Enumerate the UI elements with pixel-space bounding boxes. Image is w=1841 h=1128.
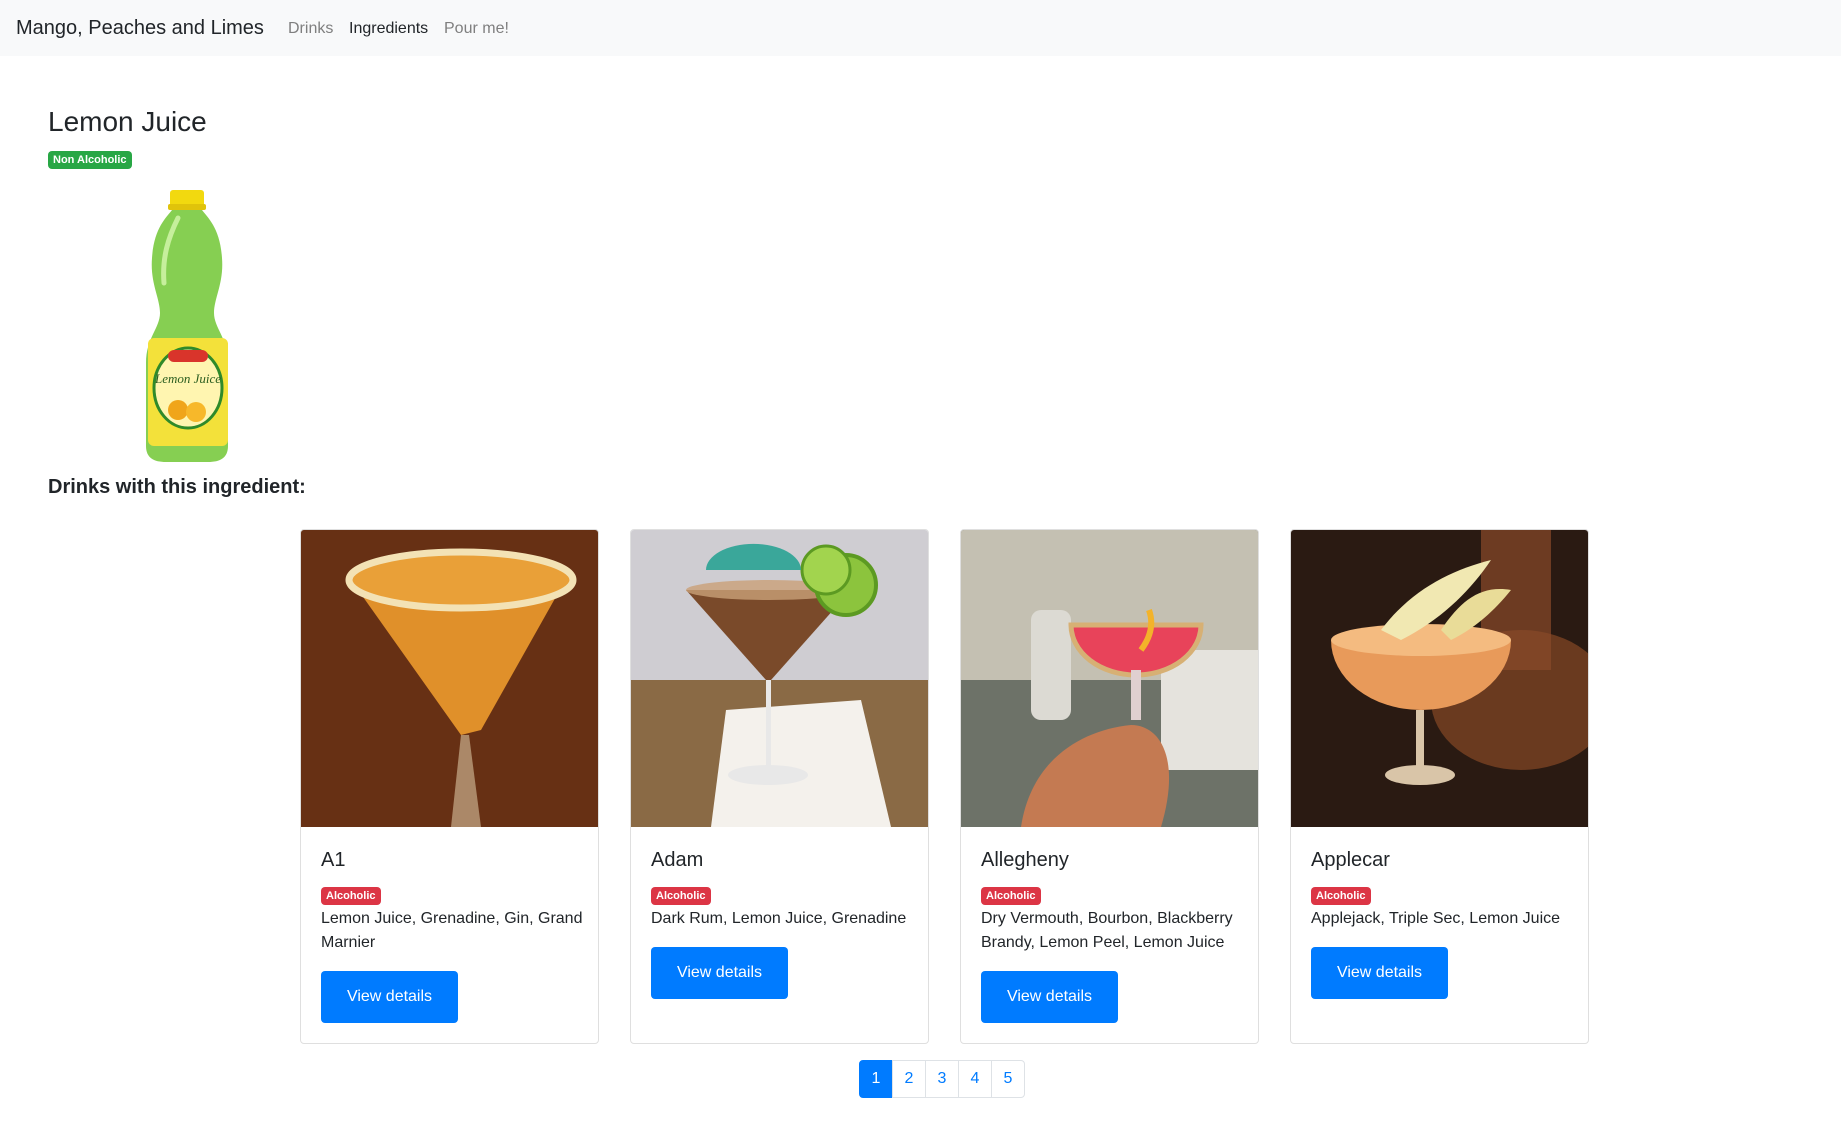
page-3[interactable]: 3 [925, 1060, 959, 1098]
nav-link-pour-me[interactable]: Pour me! [444, 19, 509, 38]
alcoholic-badge: Alcoholic [651, 887, 711, 905]
page-1[interactable]: 1 [859, 1060, 893, 1098]
drink-card-a1: A1 Alcoholic Lemon Juice, Grenadine, Gin… [300, 529, 599, 1044]
drink-image-a1[interactable] [301, 530, 598, 827]
drink-name: Adam [651, 849, 704, 871]
drink-image-adam[interactable] [631, 530, 928, 827]
drink-ingredients: Lemon Juice, Grenadine, Gin, Grand Marni… [321, 910, 583, 951]
drink-ingredients: Applejack, Triple Sec, Lemon Juice [1311, 910, 1561, 927]
ingredient-title: Lemon Juice [48, 106, 207, 137]
view-details-button[interactable]: View details [1311, 947, 1448, 999]
view-details-button[interactable]: View details [981, 971, 1118, 1023]
pagination: 1 2 3 4 5 [859, 1060, 1025, 1098]
nav-link-drinks[interactable]: Drinks [288, 19, 333, 38]
nav-link-ingredients[interactable]: Ingredients [349, 19, 428, 38]
page-5[interactable]: 5 [991, 1060, 1025, 1098]
brand-link[interactable]: Mango, Peaches and Limes [16, 16, 264, 40]
view-details-button[interactable]: View details [321, 971, 458, 1023]
bottle-label-text: Lemon Juice [154, 371, 221, 386]
navbar: Mango, Peaches and Limes Drinks Ingredie… [0, 0, 1841, 56]
drink-name: A1 [321, 849, 346, 871]
lemon-juice-bottle-image: Lemon Juice [146, 190, 228, 462]
drink-card-adam: Adam Alcoholic Dark Rum, Lemon Juice, Gr… [630, 529, 929, 1044]
drink-image-allegheny[interactable] [961, 530, 1258, 827]
view-details-button[interactable]: View details [651, 947, 788, 999]
drink-card-allegheny: Allegheny Alcoholic Dry Vermouth, Bourbo… [960, 529, 1259, 1044]
drink-ingredients: Dark Rum, Lemon Juice, Grenadine [651, 910, 907, 927]
alcoholic-badge: Alcoholic [981, 887, 1041, 905]
ingredient-badge: Non Alcoholic [48, 151, 132, 169]
drink-image-applecar[interactable] [1291, 530, 1588, 827]
alcoholic-badge: Alcoholic [321, 887, 381, 905]
drink-ingredients: Dry Vermouth, Bourbon, Blackberry Brandy… [981, 910, 1233, 951]
drink-name: Allegheny [981, 849, 1069, 871]
page-2[interactable]: 2 [892, 1060, 926, 1098]
drinks-heading: Drinks with this ingredient: [48, 476, 306, 498]
alcoholic-badge: Alcoholic [1311, 887, 1371, 905]
drink-name: Applecar [1311, 849, 1390, 871]
page-4[interactable]: 4 [958, 1060, 992, 1098]
drink-card-applecar: Applecar Alcoholic Applejack, Triple Sec… [1290, 529, 1589, 1044]
